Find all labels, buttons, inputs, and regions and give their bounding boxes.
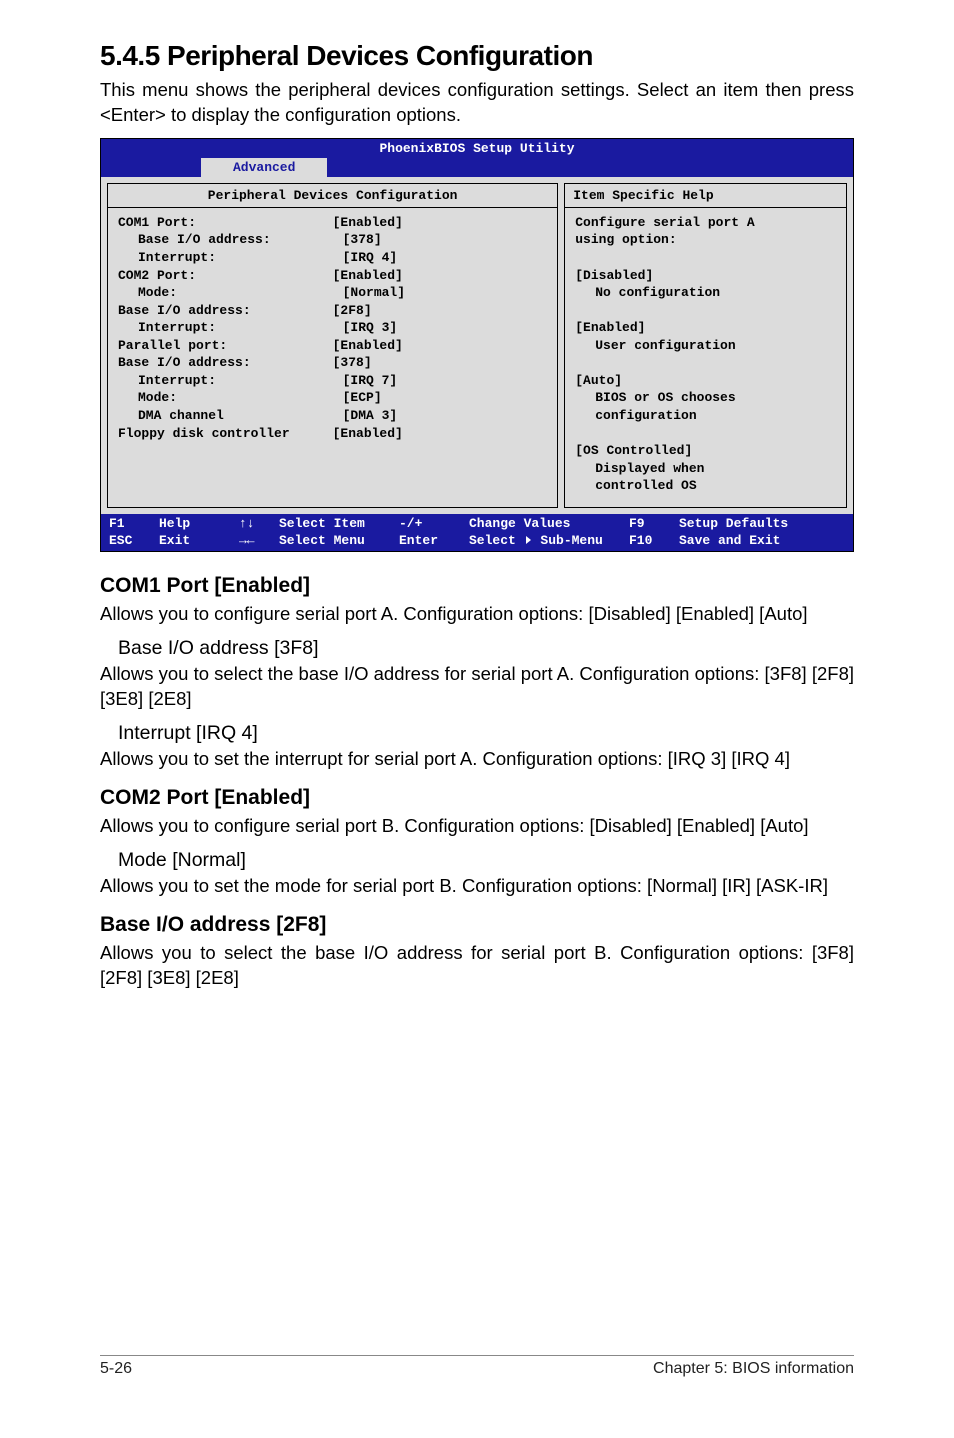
bios-setting-label: Interrupt:	[118, 319, 343, 337]
lbl-change-values: Change Values	[469, 516, 629, 533]
bios-setting-label: DMA channel	[118, 407, 343, 425]
bios-setting-label: Base I/O address:	[118, 302, 333, 320]
bios-setting-value: [2F8]	[333, 302, 548, 320]
bios-setting-row[interactable]: DMA channel[DMA 3]	[118, 407, 547, 425]
heading-com1: COM1 Port [Enabled]	[100, 574, 854, 598]
bios-setting-label: COM1 Port:	[118, 214, 333, 232]
bios-help-line	[575, 302, 836, 320]
para-com1: Allows you to configure serial port A. C…	[100, 602, 854, 627]
arrows-leftright-icon: →←	[239, 533, 279, 550]
para-baseio-a: Allows you to select the base I/O addres…	[100, 662, 854, 712]
bios-setting-row[interactable]: Floppy disk controller[Enabled]	[118, 425, 547, 443]
bios-setting-label: Parallel port:	[118, 337, 333, 355]
para-interrupt-a: Allows you to set the interrupt for seri…	[100, 747, 854, 772]
page-title: 5.4.5 Peripheral Devices Configuration	[100, 40, 854, 72]
bios-setting-row[interactable]: Base I/O address:[2F8]	[118, 302, 547, 320]
para-com2: Allows you to configure serial port B. C…	[100, 814, 854, 839]
bios-setting-value: [378]	[343, 231, 548, 249]
bios-tabbar: Advanced	[101, 158, 853, 177]
bios-setting-row[interactable]: COM2 Port:[Enabled]	[118, 267, 547, 285]
lbl-setup-defaults: Setup Defaults	[679, 516, 845, 533]
bios-footer: F1 Help ↑↓ Select Item -/+ Change Values…	[101, 514, 853, 552]
key-f10: F10	[629, 533, 679, 550]
bios-setting-value: [IRQ 4]	[343, 249, 548, 267]
bios-setting-label: Mode:	[118, 389, 343, 407]
bios-header: PhoenixBIOS Setup Utility	[101, 139, 853, 158]
bios-help-line: [Enabled]	[575, 319, 836, 337]
bios-setting-value: [Enabled]	[333, 214, 548, 232]
lbl-exit: Exit	[159, 533, 239, 550]
bios-help-line: User configuration	[575, 337, 836, 355]
bios-setting-value: [Enabled]	[333, 267, 548, 285]
bios-help-header: Item Specific Help	[565, 184, 846, 208]
bios-help-line	[575, 249, 836, 267]
intro-text: This menu shows the peripheral devices c…	[100, 78, 854, 128]
bios-setting-value: [Enabled]	[333, 425, 548, 443]
key-f9: F9	[629, 516, 679, 533]
bios-help-line	[575, 354, 836, 372]
bios-setting-label: Floppy disk controller	[118, 425, 333, 443]
bios-setting-label: Base I/O address:	[118, 354, 333, 372]
bios-help-line: Configure serial port A	[575, 214, 836, 232]
bios-setting-row[interactable]: COM1 Port:[Enabled]	[118, 214, 547, 232]
page-number: 5-26	[100, 1360, 132, 1378]
bios-help-line: Displayed when	[575, 460, 836, 478]
bios-tab-advanced[interactable]: Advanced	[201, 158, 327, 177]
bios-help-line: using option:	[575, 231, 836, 249]
subheading-interrupt-a: Interrupt [IRQ 4]	[118, 722, 854, 745]
bios-help-line: [OS Controlled]	[575, 442, 836, 460]
bios-setting-value: [IRQ 7]	[343, 372, 548, 390]
bios-setting-value: [DMA 3]	[343, 407, 548, 425]
page-footer: 5-26 Chapter 5: BIOS information	[100, 1355, 854, 1378]
bios-help-line: BIOS or OS chooses	[575, 389, 836, 407]
key-plusminus: -/+	[399, 516, 469, 533]
lbl-help: Help	[159, 516, 239, 533]
bios-setting-label: Interrupt:	[118, 249, 343, 267]
bios-help-line: configuration	[575, 407, 836, 425]
bios-help-panel: Item Specific Help Configure serial port…	[564, 183, 847, 508]
bios-setting-row[interactable]: Base I/O address:[378]	[118, 354, 547, 372]
bios-left-panel: Peripheral Devices Configuration COM1 Po…	[107, 183, 558, 508]
bios-setting-row[interactable]: Interrupt:[IRQ 3]	[118, 319, 547, 337]
bios-setting-row[interactable]: Base I/O address:[378]	[118, 231, 547, 249]
bios-setting-row[interactable]: Mode:[ECP]	[118, 389, 547, 407]
bios-help-line: controlled OS	[575, 477, 836, 495]
bios-setting-row[interactable]: Parallel port:[Enabled]	[118, 337, 547, 355]
arrows-updown-icon: ↑↓	[239, 516, 279, 533]
heading-com2: COM2 Port [Enabled]	[100, 786, 854, 810]
chapter-label: Chapter 5: BIOS information	[653, 1360, 854, 1378]
bios-help-line: No configuration	[575, 284, 836, 302]
key-enter: Enter	[399, 533, 469, 550]
bios-setting-value: [378]	[333, 354, 548, 372]
para-baseio-b: Allows you to select the base I/O addres…	[100, 941, 854, 991]
triangle-right-icon	[526, 536, 531, 544]
bios-setting-row[interactable]: Interrupt:[IRQ 7]	[118, 372, 547, 390]
bios-setting-row[interactable]: Interrupt:[IRQ 4]	[118, 249, 547, 267]
bios-setting-value: [Normal]	[343, 284, 548, 302]
lbl-select-submenu: Select Sub-Menu	[469, 533, 629, 550]
bios-left-header: Peripheral Devices Configuration	[108, 184, 557, 208]
lbl-save-exit: Save and Exit	[679, 533, 845, 550]
bios-setting-label: Interrupt:	[118, 372, 343, 390]
lbl-select-item: Select Item	[279, 516, 399, 533]
bios-help-line	[575, 425, 836, 443]
bios-screenshot: PhoenixBIOS Setup Utility Advanced Perip…	[100, 138, 854, 553]
key-f1: F1	[109, 516, 159, 533]
bios-help-line: [Auto]	[575, 372, 836, 390]
bios-setting-value: [ECP]	[343, 389, 548, 407]
lbl-select-menu: Select Menu	[279, 533, 399, 550]
bios-setting-value: [Enabled]	[333, 337, 548, 355]
bios-setting-value: [IRQ 3]	[343, 319, 548, 337]
subheading-baseio-a: Base I/O address [3F8]	[118, 637, 854, 660]
para-mode: Allows you to set the mode for serial po…	[100, 874, 854, 899]
bios-setting-row[interactable]: Mode:[Normal]	[118, 284, 547, 302]
bios-setting-label: Mode:	[118, 284, 343, 302]
subheading-mode: Mode [Normal]	[118, 849, 854, 872]
bios-help-line: [Disabled]	[575, 267, 836, 285]
heading-baseio-b: Base I/O address [2F8]	[100, 913, 854, 937]
bios-setting-label: Base I/O address:	[118, 231, 343, 249]
key-esc: ESC	[109, 533, 159, 550]
bios-setting-label: COM2 Port:	[118, 267, 333, 285]
